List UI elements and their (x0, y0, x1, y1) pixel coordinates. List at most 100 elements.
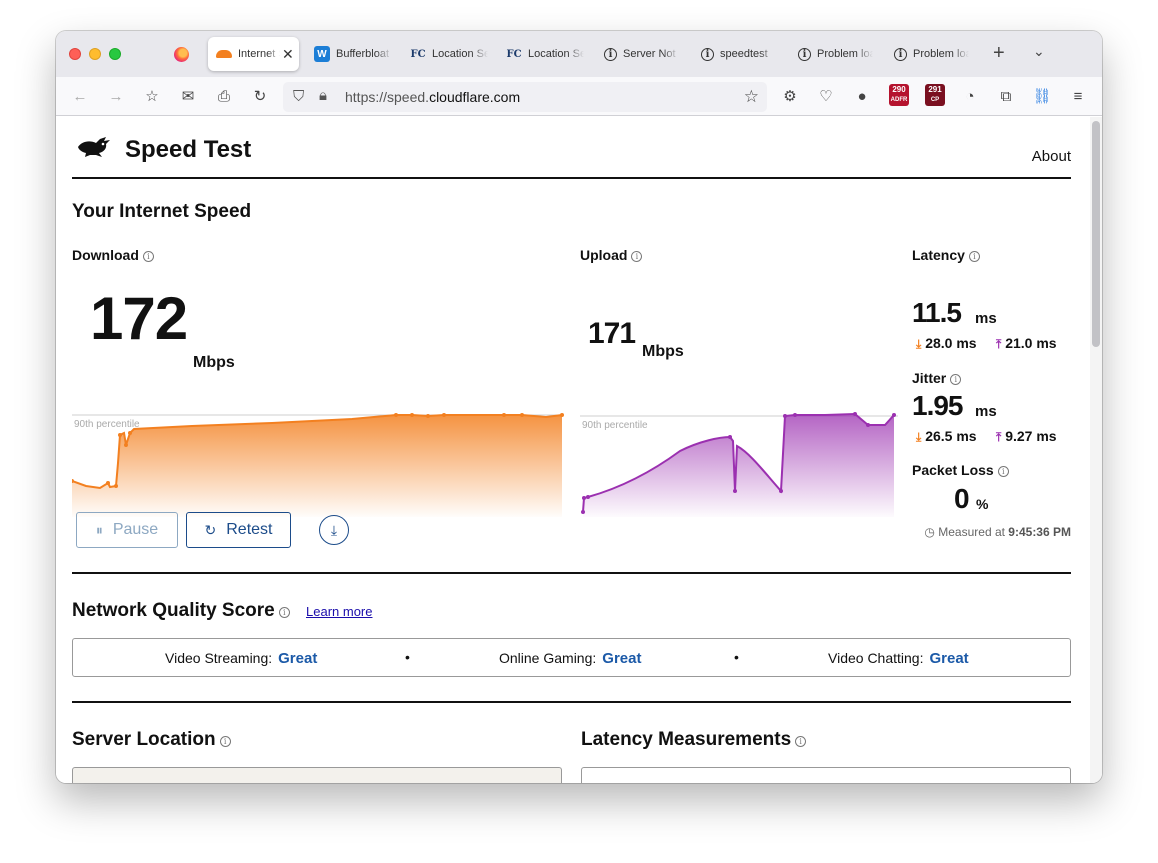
latency-measurements-panel (581, 767, 1071, 783)
close-tab-icon[interactable]: ✕ (282, 46, 294, 63)
url-text[interactable]: https://speed.cloudflare.com (345, 89, 520, 105)
tracking-protection-shield-icon[interactable]: ⛉ (293, 88, 304, 105)
list-all-tabs-button[interactable]: ⌄ (1033, 43, 1045, 60)
latency-unit: ms (975, 310, 997, 327)
browser-window: Internet Speed Test ✕ W Bufferbloat FC L… (56, 31, 1102, 783)
percentile-label: 90th percentile (582, 420, 648, 431)
download-label: Download i (72, 247, 154, 263)
rabbit-logo-icon[interactable] (76, 135, 112, 159)
cloudflare-icon (216, 46, 232, 62)
about-link[interactable]: About (1032, 148, 1071, 165)
firefox-icon[interactable] (174, 47, 189, 62)
tab-internet-speed-test[interactable]: Internet Speed Test ✕ (208, 37, 299, 71)
latency-info-icon[interactable]: i (968, 251, 980, 262)
page-content: Speed Test About Your Internet Speed Dow… (56, 117, 1102, 783)
address-bar[interactable]: ⛉ 🔒︎ https://speed.cloudflare.com ☆ (283, 82, 767, 112)
site-title[interactable]: Speed Test (125, 136, 251, 164)
reload-button[interactable]: ↻ (250, 86, 270, 106)
latency-measurements-info-icon[interactable]: i (795, 736, 807, 747)
print-icon[interactable]: ⎙ (214, 86, 234, 106)
pause-button[interactable]: ⏸︎ Pause (76, 512, 178, 548)
info-icon: i (604, 47, 617, 61)
download-chart: 90th percentile (72, 413, 564, 517)
server-location-info-icon[interactable]: i (219, 736, 231, 747)
scrollbar-thumb[interactable] (1092, 121, 1100, 347)
network-quality-heading: Network Quality Score i (72, 600, 290, 622)
server-location-map[interactable] (72, 767, 562, 783)
extension-badge-291[interactable]: 291 CP (925, 84, 945, 106)
jitter-label: Jitter i (912, 370, 962, 386)
upload-unit: Mbps (642, 343, 684, 360)
link-icon[interactable]: ⛓ (1032, 86, 1052, 106)
online-gaming-score: Online Gaming: Great (499, 650, 642, 667)
back-button[interactable]: ← (70, 86, 90, 106)
extension-badge-290[interactable]: 290 ADFR (889, 84, 909, 106)
upload-arrow-icon: ⤒ (996, 430, 1002, 444)
video-chatting-score: Video Chatting: Great (828, 650, 969, 667)
new-tab-button[interactable]: + (993, 42, 1005, 65)
retest-button[interactable]: ↻ Retest (186, 512, 291, 548)
upload-info-icon[interactable]: i (631, 251, 643, 262)
download-results-button[interactable]: ⤓ (319, 515, 349, 545)
info-icon: i (894, 47, 907, 61)
separator-dot: • (405, 649, 410, 665)
tab-speedtest[interactable]: i speedtest (701, 37, 781, 71)
upload-arrow-icon: ⤒ (996, 337, 1002, 351)
measured-at: ◷ Measured at 9:45:36 PM (924, 525, 1071, 539)
extensions-puzzle-icon[interactable]: ⧉ (996, 86, 1016, 106)
nqs-info-icon[interactable]: i (278, 607, 290, 618)
latency-label: Latency i (912, 247, 980, 263)
pie-chart-extension-icon[interactable]: ◔ (960, 86, 980, 106)
mail-icon[interactable]: ✉ (178, 86, 198, 106)
network-quality-box: Video Streaming: Great • Online Gaming: Gr… (72, 638, 1071, 677)
download-icon: ⤓ (330, 521, 338, 538)
forward-button[interactable]: → (106, 86, 126, 106)
settings-gear-icon[interactable]: ⚙ (780, 86, 800, 106)
learn-more-link[interactable]: Learn more (306, 604, 372, 619)
tab-bufferbloat[interactable]: W Bufferbloat (314, 37, 394, 71)
internet-speed-heading: Your Internet Speed (72, 201, 252, 222)
tab-problem-loading-2[interactable]: i Problem loading page (894, 37, 974, 71)
jitter-upload: ⤒ 9.27 ms (996, 428, 1057, 444)
jitter-info-icon[interactable]: i (950, 374, 962, 385)
packet-loss-label: Packet Loss i (912, 462, 1009, 478)
latency-upload: ⤒ 21.0 ms (996, 335, 1057, 351)
waveform-w-icon: W (314, 46, 330, 62)
site-header: Speed Test About (72, 117, 1071, 179)
minimize-window-button[interactable] (89, 48, 101, 60)
menu-hamburger-icon[interactable]: ≡ (1068, 86, 1088, 106)
tab-strip: Internet Speed Test ✕ W Bufferbloat FC L… (56, 31, 1102, 77)
tab-problem-loading-1[interactable]: i Problem loading page (798, 37, 878, 71)
navigation-toolbar: ← → ☆ ✉ ⎙ ↻ ⛉ 🔒︎ https://speed.cloudflar… (56, 77, 1102, 116)
video-streaming-score: Video Streaming: Great (165, 650, 318, 667)
latency-download: ⤓ 28.0 ms (916, 335, 977, 351)
tab-location-services-1[interactable]: FC Location Services (410, 37, 490, 71)
bookmark-star-icon[interactable]: ☆ (744, 87, 759, 107)
upload-chart: 90th percentile (580, 412, 898, 517)
close-window-button[interactable] (69, 48, 81, 60)
fc-icon: FC (410, 48, 426, 60)
refresh-icon: ↻ (204, 521, 217, 538)
jitter-download: ⤓ 26.5 ms (916, 428, 977, 444)
zoom-window-button[interactable] (109, 48, 121, 60)
extension-spheres-icon[interactable]: ● (852, 86, 872, 106)
pocket-icon[interactable]: ♡ (816, 86, 836, 106)
latency-measurements-heading: Latency Measurements i (581, 729, 807, 751)
pause-icon: ⏸︎ (95, 521, 103, 538)
download-area (72, 415, 562, 517)
latency-value: 11.5 (912, 297, 962, 328)
tab-server-not-found[interactable]: i Server Not Found (604, 37, 684, 71)
packet-loss-unit: % (976, 496, 989, 512)
packet-loss-info-icon[interactable]: i (997, 466, 1009, 477)
download-value: 172 (90, 285, 188, 352)
lock-icon[interactable]: 🔒︎ (319, 87, 327, 104)
jitter-unit: ms (975, 403, 997, 420)
clock-icon: ◷ (924, 525, 935, 539)
download-info-icon[interactable]: i (142, 251, 154, 262)
bookmark-add-icon[interactable]: ☆ (142, 86, 162, 106)
download-arrow-icon: ⤓ (916, 337, 922, 351)
upload-label: Upload i (580, 247, 643, 263)
tab-location-services-2[interactable]: FC Location Services (506, 37, 586, 71)
server-location-heading: Server Location i (72, 729, 231, 751)
info-icon: i (701, 47, 714, 61)
